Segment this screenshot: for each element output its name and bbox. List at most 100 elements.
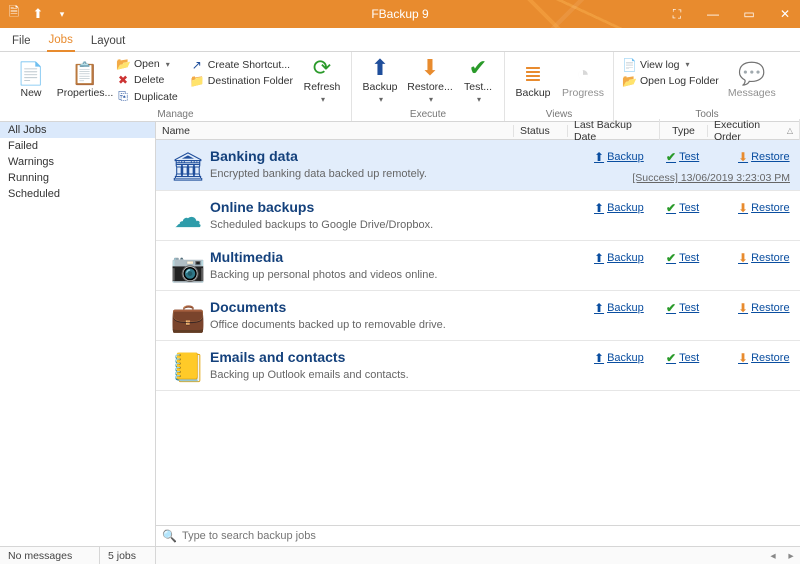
main-panel: Name Status Last Backup Date Type Execut… [156,122,800,546]
log-folder-icon: 📂 [622,74,636,88]
status-job-count: 5 jobs [100,547,156,564]
job-backup-link[interactable]: ⬆Backup [594,351,646,365]
sort-indicator-icon: △ [787,126,793,135]
close-icon[interactable]: ✕ [776,7,794,21]
job-restore-link[interactable]: ⬇Restore [738,201,790,215]
dest-folder-icon: 📁 [190,74,204,88]
check-icon: ✔ [666,201,676,215]
job-backup-link[interactable]: ⬆Backup [594,301,646,315]
ribbon-group-manage: 📄 New 📋 Properties... 📂Open ✖Delete ⎘Dup… [0,52,352,121]
group-label-manage: Manage [0,109,351,121]
up-arrow-icon[interactable]: ⬆ [30,6,46,22]
refresh-button[interactable]: ⟳ Refresh [299,56,345,106]
job-restore-link[interactable]: ⬇Restore [738,150,790,164]
new-button[interactable]: 📄 New [6,56,56,106]
duplicate-button[interactable]: ⎘Duplicate [114,88,180,105]
col-last-backup[interactable]: Last Backup Date [568,119,660,143]
job-restore-link[interactable]: ⬇Restore [738,351,790,365]
job-description: Office documents backed up to removable … [210,319,594,331]
check-icon: ✔ [666,150,676,164]
duplicate-icon: ⎘ [116,89,130,104]
col-name[interactable]: Name [156,125,514,137]
delete-button[interactable]: ✖Delete [114,72,180,88]
cloud-icon: ☁ [166,199,210,234]
check-icon: ✔ [666,351,676,365]
job-description: Scheduled backups to Google Drive/Dropbo… [210,219,594,231]
status-bar: No messages 5 jobs ◂ ▸ [0,546,800,564]
sidebar-item-failed[interactable]: Failed [0,138,155,154]
job-row[interactable]: 🏛Banking dataEncrypted banking data back… [156,140,800,191]
job-row[interactable]: 💼DocumentsOffice documents backed up to … [156,291,800,341]
job-restore-link[interactable]: ⬇Restore [738,301,790,315]
view-log-button[interactable]: 📄View log [620,57,721,73]
sidebar-item-warnings[interactable]: Warnings [0,154,155,170]
down-arrow-icon: ⬇ [738,301,748,315]
maximize-icon[interactable]: ▭ [740,7,758,21]
job-test-link[interactable]: ✔Test [666,150,718,164]
window-controls: ⛶ — ▭ ✕ [668,7,794,22]
sidebar-item-running[interactable]: Running [0,170,155,186]
test-button[interactable]: ✔Test... [458,56,498,106]
ribbon: 📄 New 📋 Properties... 📂Open ✖Delete ⎘Dup… [0,52,800,122]
properties-button[interactable]: 📋 Properties... [60,56,110,106]
new-file-icon[interactable]: 🗎 [6,6,22,22]
status-scroll-right-icon[interactable]: ▸ [782,550,800,562]
destination-folder-button[interactable]: 📁Destination Folder [188,73,295,89]
ribbon-tabs: File Jobs Layout [0,28,800,52]
titlebar-decor [440,0,700,28]
refresh-label: Refresh [304,81,341,93]
col-type[interactable]: Type [660,125,708,137]
tab-file[interactable]: File [10,31,33,51]
view-progress-button[interactable]: ◔Progress [559,56,607,106]
down-arrow-icon: ⬇ [738,201,748,215]
check-icon: ✔ [666,301,676,315]
minimize-icon[interactable]: — [704,7,722,21]
job-test-link[interactable]: ✔Test [666,251,718,265]
status-messages: No messages [0,547,100,564]
restore-button[interactable]: ⬇Restore... [406,56,454,106]
search-input[interactable] [182,530,794,542]
sidebar-item-all-jobs[interactable]: All Jobs [0,122,155,138]
job-test-link[interactable]: ✔Test [666,301,718,315]
job-test-link[interactable]: ✔Test [666,351,718,365]
job-backup-link[interactable]: ⬆Backup [594,201,646,215]
column-headers: Name Status Last Backup Date Type Execut… [156,122,800,140]
view-backup-button[interactable]: ≣Backup [511,56,555,106]
test-check-icon: ✔ [469,57,487,79]
backup-button[interactable]: ⬆Backup [358,56,402,106]
open-folder-icon: 📂 [116,57,130,71]
job-restore-link[interactable]: ⬇Restore [738,251,790,265]
col-exec-order[interactable]: Execution Order△ [708,119,800,143]
new-label: New [20,87,41,99]
camera-icon: 📷 [166,249,210,284]
job-status-text[interactable]: [Success] 13/06/2019 3:23:03 PM [632,172,790,184]
col-status[interactable]: Status [514,125,568,137]
status-scroll-left-icon[interactable]: ◂ [764,550,782,562]
job-row[interactable]: ☁Online backupsScheduled backups to Goog… [156,191,800,241]
job-backup-link[interactable]: ⬆Backup [594,150,646,164]
delete-icon: ✖ [116,73,130,87]
log-icon: 📄 [622,58,636,72]
down-arrow-icon: ⬇ [738,251,748,265]
open-log-folder-button[interactable]: 📂Open Log Folder [620,73,721,89]
messages-button[interactable]: 💬Messages [725,56,779,106]
qat-dropdown-icon[interactable]: ▾ [54,6,70,22]
open-button[interactable]: 📂Open [114,56,180,72]
up-arrow-icon: ⬆ [594,150,604,164]
ribbon-group-views: ≣Backup ◔Progress Views [505,52,614,121]
tab-jobs[interactable]: Jobs [47,30,75,52]
create-shortcut-button[interactable]: ↗Create Shortcut... [188,57,295,73]
job-title: Emails and contacts [210,349,594,365]
up-arrow-icon: ⬆ [594,201,604,215]
sidebar-item-scheduled[interactable]: Scheduled [0,186,155,202]
quick-access: 🗎 ⬆ ▾ [6,6,70,22]
down-arrow-icon: ⬇ [738,150,748,164]
job-row[interactable]: 📒Emails and contactsBacking up Outlook e… [156,341,800,391]
job-backup-link[interactable]: ⬆Backup [594,251,646,265]
job-test-link[interactable]: ✔Test [666,201,718,215]
job-row[interactable]: 📷MultimediaBacking up personal photos an… [156,241,800,291]
tab-layout[interactable]: Layout [89,31,128,51]
fullscreen-icon[interactable]: ⛶ [668,7,686,22]
job-list[interactable]: 🏛Banking dataEncrypted banking data back… [156,140,800,525]
job-title: Documents [210,299,594,315]
